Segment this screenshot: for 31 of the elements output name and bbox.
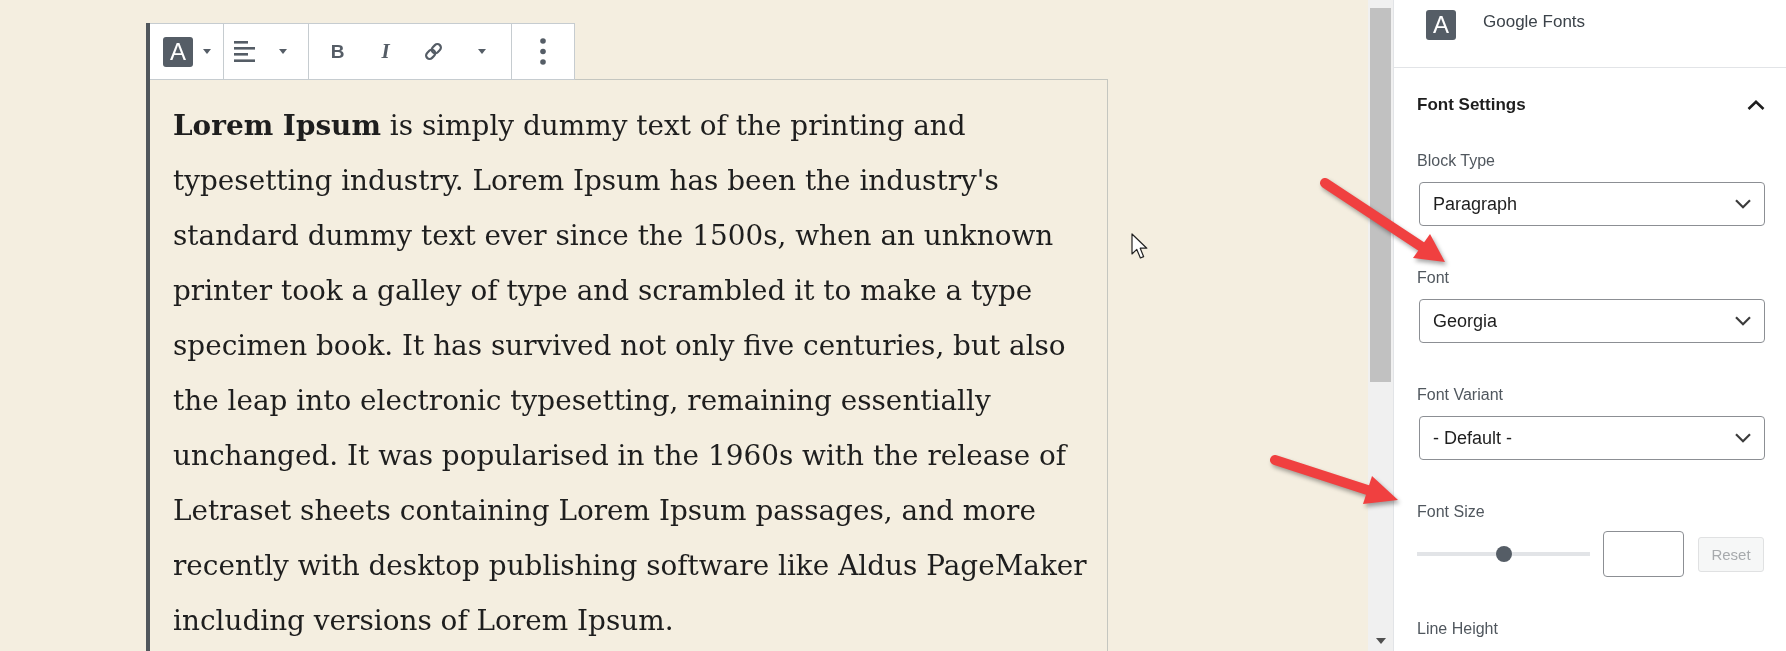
- field-label: Line Height: [1417, 619, 1499, 639]
- dropdown[interactable]: - Default -: [1419, 416, 1765, 460]
- number-field[interactable]: [1603, 531, 1684, 577]
- slider-thumb[interactable]: [1495, 546, 1512, 562]
- block-title: Google Fonts: [1483, 11, 1586, 33]
- bold-button[interactable]: B: [319, 31, 356, 72]
- link-icon: [423, 41, 445, 62]
- align-left-icon: [233, 41, 255, 62]
- chevron-down-icon: [1735, 433, 1751, 443]
- field-label: Block Type: [1417, 151, 1496, 171]
- italic-button[interactable]: I: [367, 31, 404, 72]
- scroll-down-arrow-icon[interactable]: [1375, 638, 1386, 644]
- scrollbar-track[interactable]: [1368, 0, 1393, 651]
- chevron-down-icon: [1735, 316, 1751, 326]
- caret-icon: [278, 49, 287, 54]
- field-label: Font Variant: [1417, 385, 1504, 405]
- dropdown[interactable]: Georgia: [1419, 299, 1765, 343]
- chevron-down-icon: [1735, 199, 1751, 209]
- vertical-dots-icon: [540, 38, 547, 65]
- caret-icon: [203, 49, 211, 54]
- block-icon: A: [163, 36, 193, 67]
- caret-icon: [477, 49, 486, 54]
- block-type-button[interactable]: A: [157, 31, 217, 72]
- paragraph-text: Lorem Ipsum is simply dummy text of the printing and typesetting industry. Lorem Ipsum has been the industry's standard dummy text ever since the 1500s, when an unknown printer took a galley of type and scrambled it to make a type specimen book. It has survived not only five centuries, but also the leap into electronic typesetting, remaining essentially unchanged. It was popularised in the 1960s with the release of Letraset sheets containing Lorem Ipsum passages, and more recently with desktop publishing software like Aldus PageMaker including versions of Lorem Ipsum.: [173, 108, 1088, 639]
- panel-toggle[interactable]: Font Settings: [1417, 93, 1765, 117]
- mouse-pointer-icon: [1131, 233, 1149, 260]
- scrollbar-thumb[interactable]: [1370, 8, 1391, 382]
- field-label: Font: [1417, 268, 1450, 288]
- dropdown[interactable]: Paragraph: [1419, 182, 1765, 226]
- block-icon: A: [1426, 10, 1456, 40]
- field-label: Font Size: [1417, 502, 1486, 522]
